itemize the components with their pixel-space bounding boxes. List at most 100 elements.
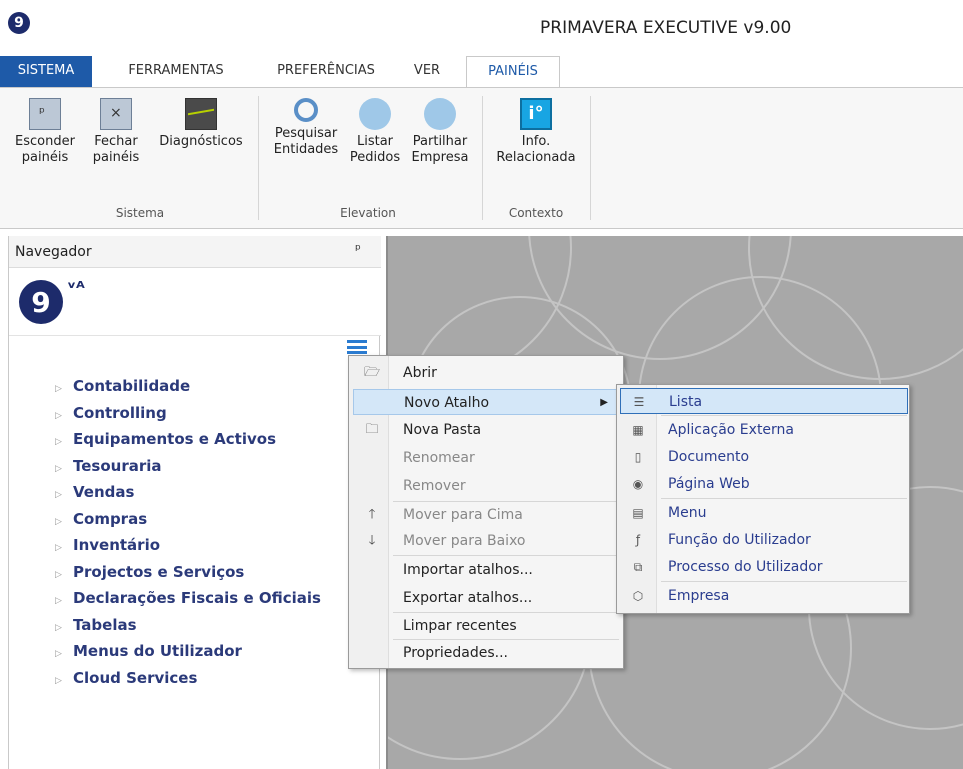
navigator-title: Navegador (15, 244, 92, 260)
expand-arrow-icon[interactable]: ▷ (55, 379, 73, 399)
nav-item-contabilidade[interactable]: ▷ Contabilidade (55, 376, 321, 403)
submenu-item-lista[interactable]: ☰ Lista (620, 388, 908, 414)
submenu-item-pagina-web[interactable]: ◉ Página Web (620, 471, 908, 497)
submenu-item-funcao-utilizador[interactable]: ƒ Função do Utilizador (620, 527, 908, 553)
submenu-item-processo-utilizador[interactable]: ⧉ Processo do Utilizador (620, 554, 908, 580)
submenu-item-aplicacao-externa[interactable]: ▦ Aplicação Externa (620, 417, 908, 443)
expand-arrow-icon[interactable]: ▷ (55, 644, 73, 664)
nav-item-label: Controlling (73, 403, 167, 422)
title-bar: 9 PRIMAVERA EXECUTIVE v9.00 (0, 0, 963, 56)
app-logo-icon[interactable]: 9 (8, 12, 30, 34)
menu-item-label: Nova Pasta (403, 422, 482, 438)
menu-item-exportar[interactable]: Exportar atalhos... (353, 585, 619, 611)
tab-sistema[interactable]: SISTEMA (0, 56, 92, 88)
menu-separator (661, 581, 907, 582)
nav-item-label: Vendas (73, 483, 135, 501)
share-company-button[interactable]: Partilhar Empresa (404, 98, 476, 166)
tab-ferramentas[interactable]: FERRAMENTAS (108, 56, 244, 88)
submenu-item-menu[interactable]: ▤ Menu (620, 500, 908, 526)
nav-item-menus-utilizador[interactable]: ▷ Menus do Utilizador (55, 641, 321, 668)
menu-item-renomear: Renomear (353, 445, 619, 471)
info-icon: i° (520, 98, 552, 130)
nav-item-label: Tesouraria (73, 456, 162, 475)
nav-item-declaracoes[interactable]: ▷ Declarações Fiscais e Oficiais (55, 588, 321, 615)
diagnostics-button[interactable]: Diagnósticos (152, 98, 250, 150)
expand-arrow-icon[interactable]: ▷ (55, 618, 73, 638)
button-label: Esconder (15, 134, 75, 149)
tab-paineis[interactable]: PAINÉIS (466, 56, 560, 88)
nav-item-label: Declarações Fiscais e Oficiais (73, 589, 321, 607)
menu-item-label: Função do Utilizador (668, 532, 811, 548)
ribbon-divider (590, 96, 591, 220)
nav-item-tesouraria[interactable]: ▷ Tesouraria (55, 456, 321, 483)
nav-item-controlling[interactable]: ▷ Controlling (55, 403, 321, 430)
navigator-header: Navegador ᵖ (9, 236, 381, 268)
menu-item-label: Limpar recentes (403, 618, 517, 634)
menu-item-importar[interactable]: Importar atalhos... (353, 557, 619, 583)
nav-item-projectos[interactable]: ▷ Projectos e Serviços (55, 562, 321, 589)
diagnostics-icon (185, 98, 217, 130)
expand-arrow-icon[interactable]: ▷ (55, 459, 73, 479)
nav-item-cloud-services[interactable]: ▷ Cloud Services (55, 668, 321, 695)
nav-item-tabelas[interactable]: ▷ Tabelas (55, 615, 321, 642)
menu-item-propriedades[interactable]: Propriedades... (353, 640, 619, 666)
submenu-arrow-icon: ▶ (600, 397, 608, 408)
menu-item-label: Propriedades... (403, 645, 508, 661)
expand-arrow-icon[interactable]: ▷ (55, 565, 73, 585)
hamburger-menu-icon[interactable] (347, 340, 367, 354)
expand-arrow-icon[interactable]: ▷ (55, 512, 73, 532)
expand-arrow-icon[interactable]: ▷ (55, 432, 73, 452)
menu-separator (393, 555, 619, 556)
menu-item-label: Lista (669, 394, 703, 410)
button-label: Entidades (273, 142, 339, 157)
list-requests-button[interactable]: Listar Pedidos (346, 98, 404, 166)
submenu-item-documento[interactable]: ▯ Documento (620, 444, 908, 470)
nav-item-equipamentos[interactable]: ▷ Equipamentos e Activos (55, 429, 321, 456)
ribbon-divider (482, 96, 483, 220)
menu-separator (661, 415, 907, 416)
expand-arrow-icon[interactable]: ▷ (55, 406, 73, 426)
menu-item-mover-baixo: 🡓 Mover para Baixo (353, 528, 619, 554)
button-label: Info. (521, 134, 551, 149)
menu-item-label: Renomear (403, 450, 475, 466)
web-page-icon: ◉ (632, 477, 644, 491)
company-icon: ⬡ (632, 589, 644, 603)
menu-item-label: Abrir (403, 365, 437, 381)
expand-arrow-icon[interactable]: ▷ (55, 591, 73, 611)
external-app-icon: ▦ (632, 423, 644, 437)
menu-item-label: Documento (668, 449, 750, 465)
button-label: Empresa (411, 150, 469, 165)
nav-item-vendas[interactable]: ▷ Vendas (55, 482, 321, 509)
hide-panels-icon: ᵖ (29, 98, 61, 130)
menu-item-limpar-recentes[interactable]: Limpar recentes (353, 613, 619, 639)
nav-item-inventario[interactable]: ▷ Inventário (55, 535, 321, 562)
nav-item-label: Projectos e Serviços (73, 562, 245, 581)
button-label: Listar (356, 134, 394, 149)
close-panels-button[interactable]: × Fechar painéis (92, 98, 140, 166)
menu-item-nova-pasta[interactable]: 🗀 Nova Pasta (353, 417, 619, 443)
button-label: Fechar (94, 134, 138, 149)
hide-panels-button[interactable]: ᵖ Esconder painéis (4, 98, 86, 166)
menu-item-label: Página Web (668, 476, 750, 492)
menu-item-mover-cima: 🡑 Mover para Cima (353, 502, 619, 528)
related-info-button[interactable]: i° Info. Relacionada (488, 98, 584, 166)
menu-item-remover: Remover (353, 473, 619, 499)
navigator-logo-area: 9 ᵛᴬ (9, 268, 381, 336)
search-entities-button[interactable]: Pesquisar Entidades (266, 98, 346, 158)
tab-preferencias[interactable]: PREFERÊNCIAS (258, 56, 394, 88)
arrow-down-icon: 🡓 (368, 533, 376, 548)
pin-icon[interactable]: ᵖ (355, 242, 361, 258)
expand-arrow-icon[interactable]: ▷ (55, 485, 73, 505)
menu-item-label: Importar atalhos... (403, 562, 533, 578)
tab-ver[interactable]: VER (404, 56, 450, 88)
submenu-item-empresa[interactable]: ⬡ Empresa (620, 583, 908, 609)
menu-item-label: Empresa (668, 588, 730, 604)
arrow-up-icon: 🡑 (368, 507, 376, 522)
menu-item-abrir[interactable]: 🗁 Abrir (353, 360, 619, 386)
expand-arrow-icon[interactable]: ▷ (55, 538, 73, 558)
menu-item-novo-atalho[interactable]: Novo Atalho ▶ (353, 389, 619, 415)
expand-arrow-icon[interactable]: ▷ (55, 671, 73, 691)
nav-item-compras[interactable]: ▷ Compras (55, 509, 321, 536)
ribbon-divider (258, 96, 259, 220)
ribbon-group-label: Elevation (340, 206, 396, 220)
